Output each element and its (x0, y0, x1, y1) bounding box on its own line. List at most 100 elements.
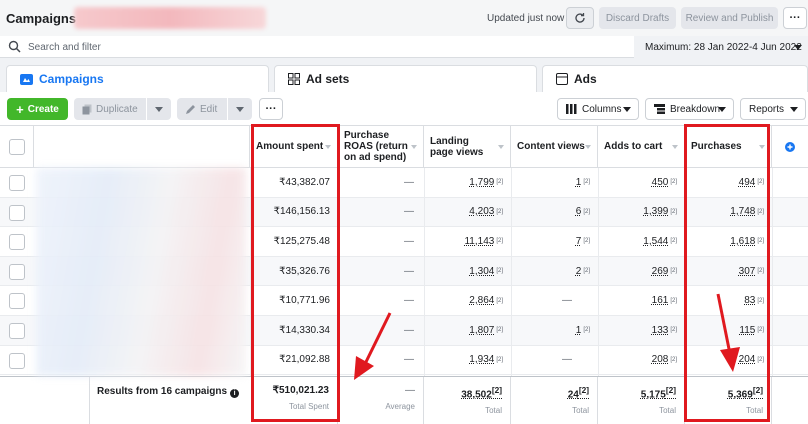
total-cv-caption: Total (572, 406, 589, 416)
ref-mark: [2] (583, 208, 590, 215)
lpv-value[interactable]: 1,807 (469, 325, 494, 336)
lpv-value[interactable]: 1,934 (469, 354, 494, 365)
more-options-button[interactable]: ··· (783, 7, 807, 29)
date-range-picker[interactable]: Maximum: 28 Jan 2022-4 Jun 2022 (634, 36, 808, 58)
arrow-icon (354, 312, 392, 380)
total-cv[interactable]: 24[2] (511, 385, 589, 400)
cv-value[interactable]: 1 (576, 177, 582, 188)
cell-cv: 1 [2] (511, 316, 598, 345)
lpv-value[interactable]: 11,143 (464, 236, 494, 247)
more-actions-button[interactable]: ··· (259, 98, 283, 120)
cv-value[interactable]: 7 (576, 236, 582, 247)
breakdown-dropdown[interactable]: Breakdown (645, 98, 734, 120)
column-header-adds-to-cart[interactable]: Adds to cart (598, 126, 685, 168)
total-atc[interactable]: 5,175[2] (598, 385, 676, 400)
duplicate-button[interactable]: Duplicate (74, 98, 146, 120)
column-header-landing-page-views[interactable]: Landing page views (424, 126, 511, 168)
cv-value[interactable]: 6 (576, 206, 582, 217)
date-range-label: Maximum: 28 Jan 2022-4 Jun 2022 (645, 41, 802, 53)
row-checkbox[interactable] (9, 323, 25, 339)
ref-mark: [2] (496, 327, 503, 334)
cell-lpv: 1,934 [2] (424, 346, 511, 375)
total-atc-caption: Total (659, 406, 676, 416)
refresh-icon (575, 13, 585, 23)
column-header-purchase-roas[interactable]: Purchase ROAS (return on ad spend) (338, 126, 424, 168)
lpv-value[interactable]: 1,304 (469, 266, 494, 277)
select-all-checkbox[interactable] (9, 139, 25, 155)
add-column-cell[interactable] (772, 126, 808, 168)
duplicate-icon (82, 104, 92, 114)
column-divider (598, 168, 599, 376)
atc-value[interactable]: 208 (652, 354, 669, 365)
search-input[interactable] (28, 39, 528, 55)
atc-value[interactable]: 269 (652, 266, 669, 277)
row-checkbox[interactable] (9, 175, 25, 191)
atc-value[interactable]: 1,544 (643, 236, 668, 247)
review-publish-button[interactable]: Review and Publish (681, 7, 778, 29)
roas-value: — (404, 354, 414, 366)
lpv-value[interactable]: 4,203 (469, 206, 494, 217)
info-icon[interactable]: i (230, 389, 240, 398)
edit-button[interactable]: Edit (177, 98, 227, 120)
cell-atc: 133 [2] (598, 316, 685, 345)
tab-label: Campaigns (39, 72, 104, 86)
lpv-value[interactable]: 2,864 (469, 295, 494, 306)
ref-mark: [2] (496, 356, 503, 363)
average-roas-caption: Average (385, 402, 415, 411)
row-checkbox[interactable] (9, 293, 25, 310)
total-lpv[interactable]: 38,502[2] (424, 385, 502, 400)
ref-mark: [2] (670, 297, 677, 304)
plus-icon: + (16, 101, 24, 117)
chevron-down-icon (790, 107, 798, 112)
toolbar: + Create Duplicate Edit ··· Columns Brea… (0, 92, 808, 126)
edit-dropdown[interactable] (228, 98, 252, 120)
duplicate-dropdown[interactable] (147, 98, 171, 120)
create-button[interactable]: + Create (7, 98, 68, 120)
tab-campaigns[interactable]: Campaigns (6, 65, 269, 92)
account-selector-blurred[interactable] (74, 7, 266, 29)
ref-mark: [2] (583, 268, 590, 275)
ref-mark: [2] (670, 327, 677, 334)
lpv-value[interactable]: 1,799 (469, 177, 494, 188)
ref-mark: [2] (665, 385, 676, 395)
ref-mark: [2] (583, 238, 590, 245)
cv-value[interactable]: 2 (576, 266, 582, 277)
campaign-name-header[interactable] (34, 126, 250, 168)
cv-value[interactable]: 1 (576, 325, 582, 336)
page-title: Campaigns (6, 11, 77, 26)
ref-mark: [2] (496, 238, 503, 245)
cell-roas: — (338, 198, 424, 227)
row-checkbox[interactable] (9, 263, 25, 280)
row-checkbox[interactable] (9, 352, 25, 369)
refresh-button[interactable] (566, 7, 594, 29)
row-checkbox[interactable] (9, 204, 25, 221)
ref-mark: [2] (670, 356, 677, 363)
results-summary: Results from 16 campaigns i (97, 386, 240, 398)
chevron-down-icon (236, 107, 244, 112)
roas-value: — (404, 295, 414, 307)
atc-value[interactable]: 450 (652, 177, 669, 188)
discard-drafts-button[interactable]: Discard Drafts (599, 7, 676, 29)
cell-lpv: 1,807 [2] (424, 316, 511, 345)
ref-mark: [2] (670, 268, 677, 275)
atc-value[interactable]: 1,399 (643, 206, 668, 217)
level-tabs: Campaigns Ad sets Ads (0, 58, 808, 92)
footer-spacer (0, 377, 90, 424)
tab-ads[interactable]: Ads (542, 65, 808, 92)
edit-label: Edit (200, 103, 218, 115)
folder-icon (20, 73, 33, 85)
updated-status: Updated just now (487, 13, 565, 24)
atc-value[interactable]: 133 (652, 325, 669, 336)
columns-dropdown[interactable]: Columns (557, 98, 639, 120)
reports-dropdown[interactable]: Reports (740, 98, 806, 120)
row-checkbox[interactable] (9, 234, 25, 251)
tab-ad-sets[interactable]: Ad sets (274, 65, 537, 92)
results-label: Results from 16 campaigns (97, 386, 228, 397)
cell-atc: 161 [2] (598, 286, 685, 315)
add-column-icon (785, 141, 795, 152)
column-header-content-views[interactable]: Content views (511, 126, 598, 168)
atc-value[interactable]: 161 (652, 295, 669, 306)
breakdown-icon (654, 104, 665, 114)
purchases-highlight (684, 124, 770, 422)
cell-roas: — (338, 227, 424, 256)
